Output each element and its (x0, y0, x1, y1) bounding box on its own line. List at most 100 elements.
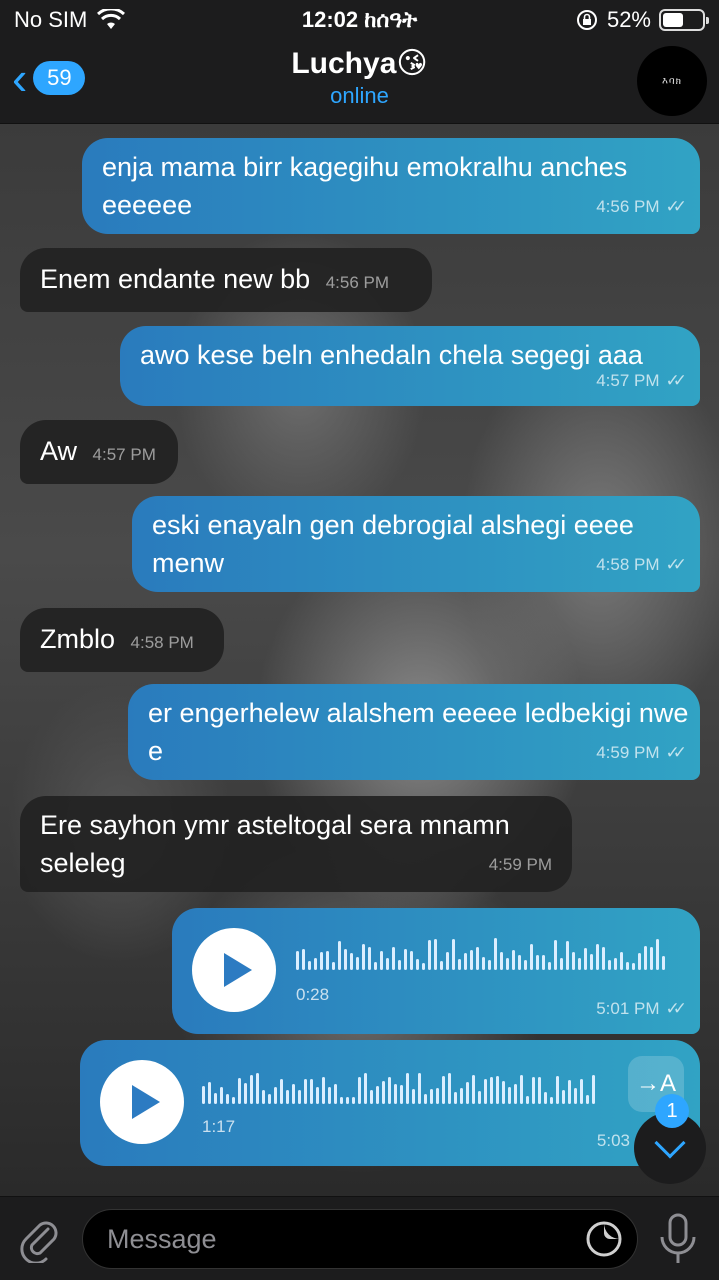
waveform-bar (442, 1076, 445, 1104)
message-time: 4:57 PM (92, 445, 156, 464)
outgoing-voice-message[interactable]: 1:17 →A 5:03 (80, 1040, 700, 1166)
waveform-bar (532, 1077, 535, 1104)
chevron-down-icon (654, 1127, 686, 1159)
message-time: 4:59 PM (596, 743, 660, 762)
message-meta: 4:57 PM ✓✓ (596, 362, 687, 400)
chat-header: ‹ 59 Luchya😘 online እባክ (0, 40, 719, 124)
waveform-bar (460, 1088, 463, 1104)
play-button[interactable] (192, 928, 276, 1012)
waveform-bar (436, 1088, 439, 1104)
waveform-bar (392, 947, 395, 970)
message-meta: 5:01 PM ✓✓ (596, 990, 687, 1028)
waveform-bar (490, 1077, 493, 1104)
outgoing-voice-message[interactable]: 0:28 5:01 PM ✓✓ (172, 908, 700, 1034)
waveform-bar (314, 958, 317, 970)
incoming-message[interactable]: Enem endante new bb 4:56 PM (20, 248, 432, 312)
message-meta: 4:59 PM ✓✓ (596, 734, 687, 772)
waveform-bar (430, 1089, 433, 1104)
message-time: 4:57 PM (596, 371, 660, 390)
message-time: 4:56 PM (596, 197, 660, 216)
double-check-icon: ✓✓ (665, 743, 687, 762)
waveform-bar (374, 962, 377, 970)
message-input[interactable] (82, 1209, 638, 1269)
waveform-bar (428, 940, 431, 970)
waveform-bar (476, 947, 479, 970)
waveform-bar (454, 1092, 457, 1104)
waveform-bar (356, 957, 359, 970)
waveform-bar (250, 1075, 253, 1104)
microphone-icon[interactable] (656, 1211, 700, 1267)
orientation-lock-icon (576, 10, 597, 30)
waveform-bar (362, 944, 365, 970)
waveform-bar (332, 962, 335, 970)
outgoing-message[interactable]: enja mama birr kagegihu emokralhu anches… (82, 138, 700, 234)
waveform-bar (244, 1083, 247, 1104)
unread-count-badge: 59 (33, 61, 86, 95)
play-icon (224, 953, 252, 987)
waveform-bar (416, 959, 419, 970)
avatar[interactable]: እባክ (637, 46, 707, 116)
voice-waveform[interactable] (296, 936, 665, 970)
incoming-message[interactable]: Zmblo 4:58 PM (20, 608, 224, 672)
voice-duration: 1:17 (202, 1117, 236, 1136)
carrier-label: No SIM (14, 7, 88, 32)
waveform-bar (608, 960, 611, 970)
waveform-bar (656, 939, 659, 970)
waveform-bar (644, 946, 647, 970)
battery-percent: 52% (606, 7, 651, 32)
paperclip-icon[interactable] (18, 1215, 62, 1263)
outgoing-message[interactable]: eski enayaln gen debrogial alshegi eeee … (132, 496, 700, 592)
voice-waveform[interactable] (202, 1070, 595, 1104)
waveform-bar (662, 956, 665, 970)
waveform-bar (650, 947, 653, 970)
wifi-icon (97, 9, 126, 29)
waveform-bar (518, 955, 521, 970)
waveform-bar (268, 1094, 271, 1104)
waveform-bar (572, 952, 575, 970)
waveform-bar (406, 1073, 409, 1104)
waveform-bar (232, 1097, 235, 1104)
waveform-bar (388, 1077, 391, 1104)
waveform-bar (554, 940, 557, 970)
incoming-message[interactable]: Aw 4:57 PM (20, 420, 178, 484)
waveform-bar (580, 1079, 583, 1104)
waveform-bar (452, 939, 455, 970)
chat-title-block[interactable]: Luchya😘 online (200, 46, 519, 109)
waveform-bar (526, 1096, 529, 1104)
waveform-bar (500, 952, 503, 970)
waveform-bar (274, 1087, 277, 1104)
play-button[interactable] (100, 1060, 184, 1144)
waveform-bar (434, 939, 437, 970)
message-time: 4:59 PM (488, 855, 552, 874)
waveform-bar (262, 1090, 265, 1104)
waveform-bar (286, 1090, 289, 1104)
waveform-bar (524, 960, 527, 970)
new-messages-badge: 1 (655, 1094, 689, 1128)
waveform-bar (334, 1084, 337, 1104)
waveform-bar (592, 1075, 595, 1104)
waveform-bar (412, 1089, 415, 1104)
waveform-bar (346, 1097, 349, 1104)
message-text: Zmblo (40, 624, 116, 654)
waveform-bar (464, 953, 467, 970)
incoming-message[interactable]: Ere sayhon ymr asteltogal sera mnamn sel… (20, 796, 572, 892)
waveform-bar (508, 1087, 511, 1104)
waveform-bar (466, 1082, 469, 1104)
outgoing-message[interactable]: er engerhelew alalshem eeeee ledbekigi n… (128, 684, 700, 780)
sticker-icon[interactable] (584, 1219, 624, 1259)
back-button[interactable]: ‹ 59 (12, 55, 86, 101)
waveform-bar (446, 952, 449, 970)
outgoing-message[interactable]: awo kese beln enhedaln chela segegi aaa … (120, 326, 700, 406)
waveform-bar (214, 1093, 217, 1104)
waveform-bar (562, 1090, 565, 1104)
waveform-bar (376, 1086, 379, 1104)
waveform-bar (472, 1075, 475, 1104)
waveform-bar (544, 1092, 547, 1104)
message-list[interactable]: enja mama birr kagegihu emokralhu anches… (0, 124, 719, 1196)
waveform-bar (322, 1077, 325, 1104)
double-check-icon: ✓✓ (665, 197, 687, 216)
waveform-bar (358, 1077, 361, 1104)
waveform-bar (578, 958, 581, 970)
waveform-bar (520, 1075, 523, 1104)
message-text: Aw (40, 436, 78, 466)
